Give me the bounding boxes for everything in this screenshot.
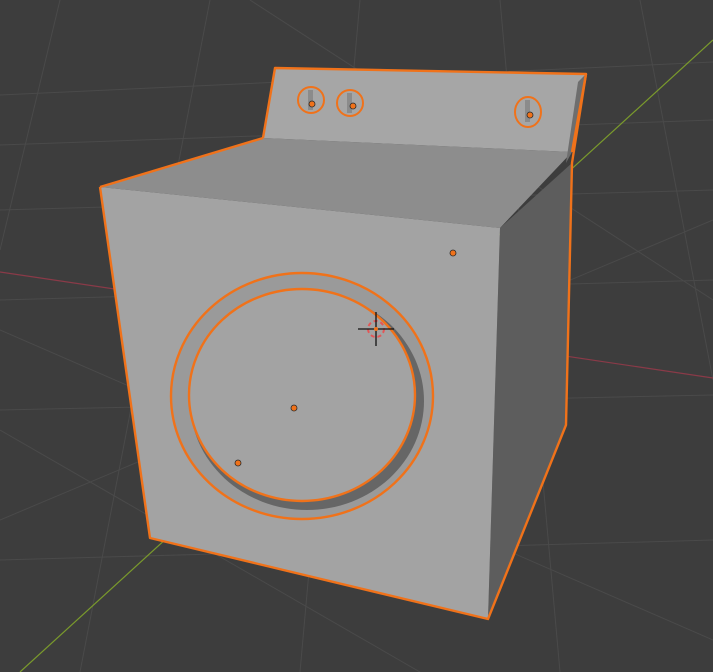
knob-1[interactable] bbox=[297, 86, 325, 114]
viewport-canvas[interactable] bbox=[0, 0, 713, 672]
washer-object[interactable] bbox=[98, 66, 588, 621]
door[interactable] bbox=[169, 271, 435, 521]
door-glass bbox=[187, 287, 417, 503]
3d-viewport[interactable] bbox=[0, 0, 713, 672]
knob-3[interactable] bbox=[514, 96, 542, 128]
knob-2[interactable] bbox=[336, 89, 364, 117]
washer-right-face bbox=[488, 163, 572, 619]
